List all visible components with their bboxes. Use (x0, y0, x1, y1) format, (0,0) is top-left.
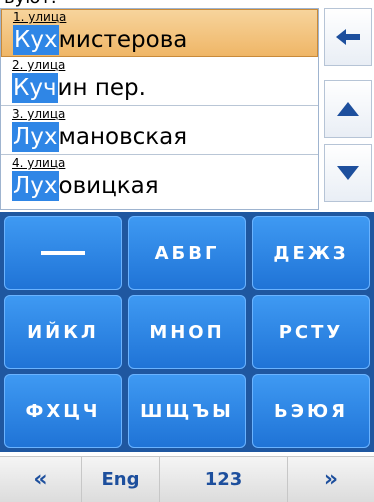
key-mnop[interactable]: МНОП (128, 295, 246, 369)
matched-prefix: Кух (13, 25, 59, 55)
matched-prefix: Лух (12, 122, 59, 152)
list-item-caption: 3. улица (12, 107, 66, 121)
scroll-down-button[interactable] (324, 144, 372, 202)
scroll-up-button[interactable] (324, 80, 372, 138)
bottom-bar: « Eng 123 » (0, 456, 374, 502)
name-rest: овицкая (58, 173, 159, 199)
backspace-button[interactable] (324, 8, 372, 66)
key-iykl[interactable]: ИЙКЛ (4, 295, 122, 369)
list-item-name: Лухмановская (12, 122, 187, 152)
list-item-name: Луховицкая (12, 171, 159, 201)
language-switch-button[interactable]: Eng (82, 457, 160, 502)
next-page-button[interactable]: » (288, 457, 374, 502)
arrow-left-icon (336, 29, 360, 45)
name-rest: мистерова (58, 27, 188, 53)
name-rest: мановская (58, 124, 188, 150)
name-rest: ин пер. (57, 75, 146, 101)
list-item[interactable]: 2. улица Кучин пер. (1, 58, 318, 106)
list-item-caption: 4. улица (12, 156, 66, 170)
on-screen-keyboard: АБВГ ДЕЖЗ ИЙКЛ МНОП РСТУ ФХЦЧ ШЩЪЫ ЬЭЮЯ (0, 212, 374, 452)
list-item[interactable]: 1. улица Кухмистерова (1, 9, 318, 57)
list-item-name: Кучин пер. (12, 73, 146, 103)
prev-page-button[interactable]: « (0, 457, 82, 502)
list-item[interactable]: 3. улица Лухмановская (1, 107, 318, 155)
key-fhtsch[interactable]: ФХЦЧ (4, 374, 122, 448)
space-bar-icon (41, 251, 85, 255)
list-item-name: Кухмистерова (13, 25, 187, 55)
clipped-top-text: вуют. (0, 0, 374, 8)
street-results-list: 1. улица Кухмистерова 2. улица Кучин пер… (0, 8, 319, 210)
key-eyuya[interactable]: ЬЭЮЯ (252, 374, 370, 448)
numbers-switch-button[interactable]: 123 (160, 457, 288, 502)
key-shschy[interactable]: ШЩЪЫ (128, 374, 246, 448)
key-space[interactable] (4, 216, 122, 290)
triangle-down-icon (337, 166, 359, 180)
key-dezhz[interactable]: ДЕЖЗ (252, 216, 370, 290)
key-abvg[interactable]: АБВГ (128, 216, 246, 290)
key-rstu[interactable]: РСТУ (252, 295, 370, 369)
list-item-caption: 1. улица (13, 10, 67, 24)
list-item[interactable]: 4. улица Луховицкая (1, 156, 318, 204)
list-item-caption: 2. улица (12, 58, 66, 72)
matched-prefix: Лух (12, 171, 59, 201)
triangle-up-icon (337, 102, 359, 116)
matched-prefix: Куч (12, 73, 58, 103)
